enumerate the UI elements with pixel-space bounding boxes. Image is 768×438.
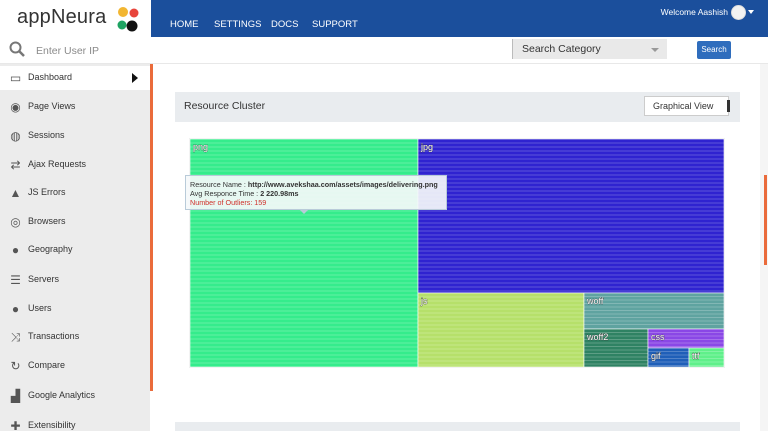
sidebar-item-label: Ajax Requests bbox=[28, 159, 87, 169]
sidebar-item-label: Sessions bbox=[28, 130, 65, 140]
tooltip-time-value: 2 220.98ms bbox=[260, 189, 299, 198]
treemap-label-ttf: ttf bbox=[692, 351, 700, 361]
sidebar-item-label: Google Analytics bbox=[28, 390, 96, 400]
chevron-down-icon bbox=[651, 48, 659, 52]
treemap-cell-woff2[interactable]: woff2 bbox=[583, 328, 649, 368]
next-panel-header bbox=[175, 422, 740, 431]
chevron-down-icon[interactable] bbox=[748, 10, 754, 14]
treemap-rect[interactable] bbox=[189, 138, 419, 368]
logo-dots-icon bbox=[117, 7, 139, 32]
sidebar-item-label: Transactions bbox=[28, 331, 80, 341]
sidebar: ▭ Dashboard ◉ Page Views ◍ Sessions ⇄ Ajax Requ… bbox=[0, 64, 150, 433]
tooltip-resource-name: Resource Name : http://www.avekshaa.com/… bbox=[190, 180, 438, 189]
search-button[interactable]: Search bbox=[697, 41, 731, 59]
sidebar-item-sessions[interactable]: ◍ Sessions bbox=[0, 124, 150, 148]
sidebar-item-geography[interactable]: ● Geography bbox=[0, 238, 150, 262]
view-select[interactable]: Graphical View bbox=[644, 96, 730, 116]
treemap-rect[interactable] bbox=[583, 292, 725, 330]
tooltip-response-time: Avg Responce Time : 2 220.98ms bbox=[190, 189, 299, 198]
treemap-label-gif: gif bbox=[651, 351, 661, 361]
avatar[interactable] bbox=[731, 5, 746, 20]
treemap-label-woff: woff bbox=[586, 296, 604, 306]
welcome-text: Welcome Aashish bbox=[660, 7, 728, 17]
sidebar-item-label: JS Errors bbox=[28, 187, 66, 197]
treemap-label-js: js bbox=[420, 296, 428, 306]
sidebar-item-label: Dashboard bbox=[28, 72, 73, 82]
server-icon: ☰ bbox=[10, 273, 21, 287]
sidebar-item-servers[interactable]: ☰ Servers bbox=[0, 268, 150, 292]
search-icon[interactable] bbox=[9, 41, 25, 57]
search-category-select[interactable]: Search Category bbox=[512, 39, 667, 59]
treemap-label-png: png bbox=[193, 142, 208, 152]
treemap-label-css: css bbox=[651, 332, 665, 342]
sidebar-item-label: Servers bbox=[28, 274, 60, 284]
chevron-right-icon bbox=[132, 73, 138, 83]
treemap-rect[interactable] bbox=[417, 292, 585, 368]
bar-chart-icon: ▟ bbox=[10, 389, 21, 403]
user-icon: ● bbox=[11, 302, 20, 316]
tooltip-name-value: http://www.avekshaa.com/assets/images/de… bbox=[247, 180, 438, 189]
top-navbar: HOME SETTINGS DOCS SUPPORT Welcome Aashi… bbox=[151, 0, 768, 37]
warning-icon: ▲ bbox=[9, 186, 22, 200]
nav-docs[interactable]: DOCS bbox=[271, 19, 298, 30]
sidebar-item-page-views[interactable]: ◉ Page Views bbox=[0, 95, 150, 119]
resource-treemap[interactable]: png jpg js woff woff2 css gif ttf bbox=[189, 138, 725, 368]
exchange-icon: ⇄ bbox=[10, 158, 21, 172]
user-ip-input[interactable] bbox=[34, 41, 238, 61]
nav-home[interactable]: HOME bbox=[170, 19, 199, 30]
treemap-rect[interactable] bbox=[417, 138, 725, 294]
dropdown-handle-icon bbox=[727, 100, 730, 112]
sidebar-item-dashboard[interactable]: ▭ Dashboard bbox=[0, 66, 150, 90]
globe-icon: ◍ bbox=[10, 129, 21, 143]
tooltip-outliers: Number of Outliers: 159 bbox=[190, 198, 267, 207]
treemap-cell-js[interactable]: js bbox=[417, 292, 585, 368]
treemap-cell-jpg[interactable]: jpg bbox=[417, 138, 725, 294]
sidebar-item-label: Extensibility bbox=[28, 420, 76, 430]
sidebar-item-transactions[interactable]: ⤨ Transactions bbox=[0, 325, 150, 349]
sidebar-item-browsers[interactable]: ◎ Browsers bbox=[0, 210, 150, 234]
nav-settings[interactable]: SETTINGS bbox=[214, 19, 262, 30]
treemap-cell-woff[interactable]: woff bbox=[583, 292, 725, 330]
sidebar-item-compare[interactable]: ↻ Compare bbox=[0, 354, 150, 378]
shuffle-icon: ⤨ bbox=[10, 330, 21, 344]
refresh-icon: ↻ bbox=[10, 359, 21, 373]
search-category-value: Search Category bbox=[522, 43, 601, 55]
treemap-tooltip: Resource Name : http://www.avekshaa.com/… bbox=[185, 175, 447, 210]
sidebar-item-js-errors[interactable]: ▲ JS Errors bbox=[0, 181, 150, 205]
sidebar-item-google-analytics[interactable]: ▟ Google Analytics bbox=[0, 384, 150, 408]
sidebar-item-label: Geography bbox=[28, 244, 73, 254]
sidebar-item-ajax-requests[interactable]: ⇄ Ajax Requests bbox=[0, 153, 150, 177]
treemap-cell-gif[interactable]: gif bbox=[647, 347, 690, 368]
treemap-label-woff2: woff2 bbox=[586, 332, 608, 342]
nav-support[interactable]: SUPPORT bbox=[312, 19, 358, 30]
sidebar-item-users[interactable]: ● Users bbox=[0, 297, 150, 321]
tooltip-caret bbox=[300, 210, 308, 214]
app-logo-text: appNeura bbox=[17, 6, 107, 28]
treemap-cell-ttf[interactable]: ttf bbox=[688, 347, 725, 368]
sidebar-item-label: Compare bbox=[28, 360, 66, 370]
logo-area: appNeura bbox=[0, 0, 151, 37]
sidebar-item-extensibility[interactable]: ✚ Extensibility bbox=[0, 414, 150, 438]
panel-header: Resource Cluster Graphical View bbox=[175, 92, 740, 122]
sidebar-item-label: Page Views bbox=[28, 101, 76, 111]
eye-icon: ◉ bbox=[10, 100, 21, 114]
treemap-cell-png[interactable]: png bbox=[189, 138, 419, 368]
page-title: Resource Cluster bbox=[184, 100, 266, 112]
monitor-icon: ▭ bbox=[9, 71, 22, 85]
globe-icon: ● bbox=[11, 243, 20, 257]
search-bar: Search Category Search bbox=[0, 37, 768, 64]
view-select-value: Graphical View bbox=[653, 101, 714, 111]
sidebar-item-label: Browsers bbox=[28, 216, 66, 226]
tooltip-name-label: Resource Name : bbox=[190, 180, 248, 189]
treemap-cell-css[interactable]: css bbox=[647, 328, 725, 349]
sidebar-divider bbox=[150, 64, 153, 391]
scrollbar-thumb[interactable] bbox=[764, 175, 767, 265]
tooltip-time-label: Avg Responce Time : bbox=[190, 189, 261, 198]
compass-icon: ◎ bbox=[10, 215, 21, 229]
treemap-label-jpg: jpg bbox=[420, 142, 433, 152]
sidebar-item-label: Users bbox=[28, 303, 52, 313]
